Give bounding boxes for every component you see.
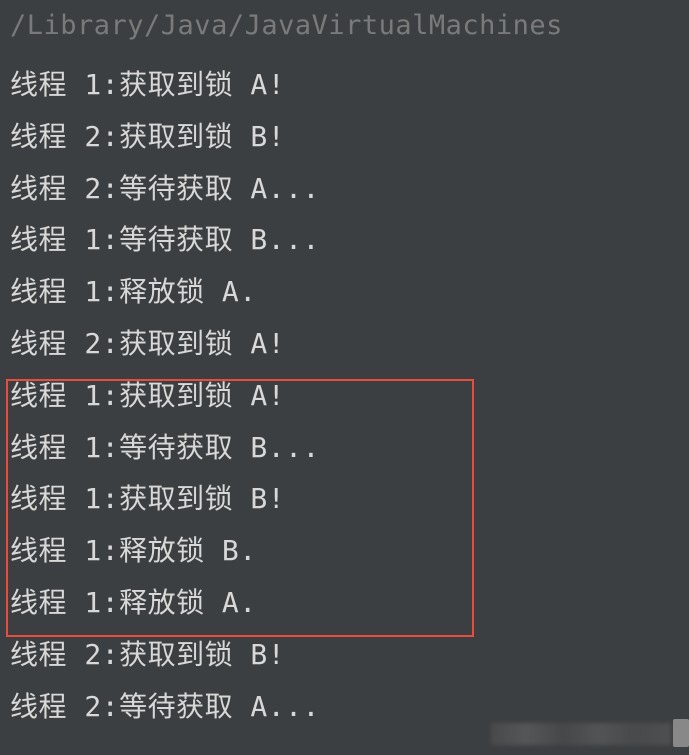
console-line: 线程 1:获取到锁 A! (10, 370, 689, 422)
console-line: 线程 2:获取到锁 B! (10, 629, 689, 681)
console-line: 线程 2:获取到锁 B! (10, 111, 689, 163)
console-line: 线程 2:等待获取 A... (10, 163, 689, 215)
console-line: 线程 1:等待获取 B... (10, 214, 689, 266)
console-line: 线程 1:释放锁 A. (10, 577, 689, 629)
console-line: 线程 1:释放锁 B. (10, 525, 689, 577)
scrollbar-thumb[interactable] (673, 719, 689, 747)
console-line: 线程 1:获取到锁 B! (10, 473, 689, 525)
console-output: /Library/Java/JavaVirtualMachines 线程 1:获… (0, 0, 689, 732)
blurred-region (491, 723, 671, 745)
java-path: /Library/Java/JavaVirtualMachines (10, 10, 689, 41)
console-line: 线程 2:获取到锁 A! (10, 318, 689, 370)
console-line: 线程 1:释放锁 A. (10, 266, 689, 318)
console-line: 线程 1:获取到锁 A! (10, 59, 689, 111)
console-line: 线程 1:等待获取 B... (10, 422, 689, 474)
